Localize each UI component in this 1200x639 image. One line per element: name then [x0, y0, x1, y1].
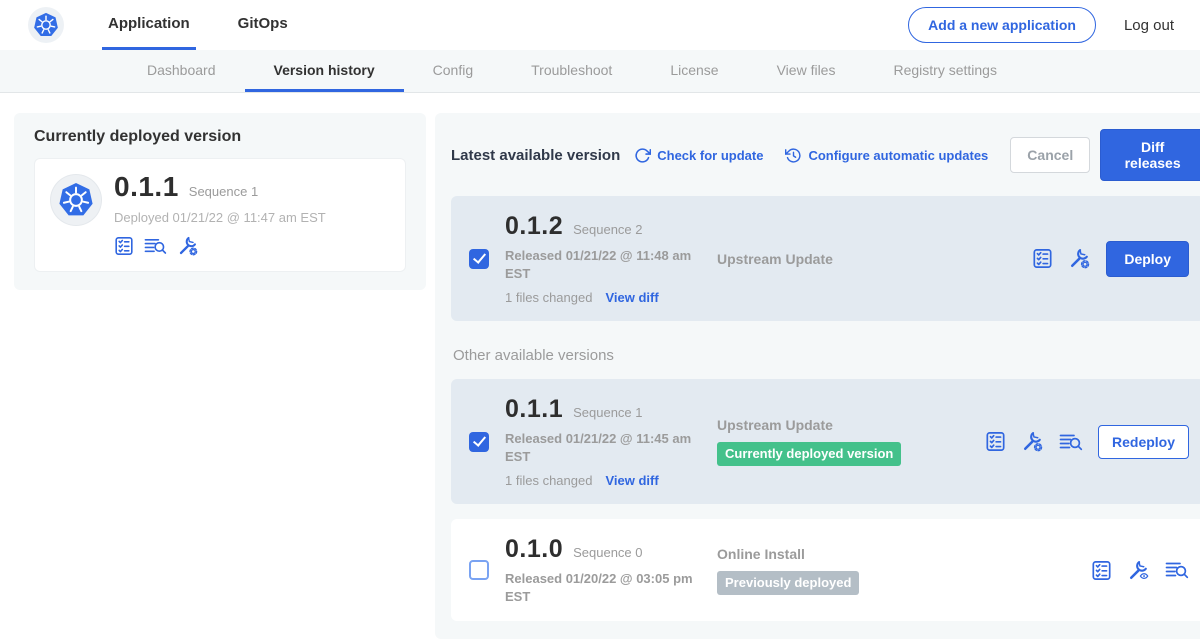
- sequence-label: Sequence 1: [573, 405, 642, 420]
- clock-refresh-icon: [785, 147, 802, 164]
- tab-gitops[interactable]: GitOps: [232, 0, 294, 50]
- primary-tabs: Application GitOps: [102, 0, 330, 50]
- version-history-panel: Latest available version Check for updat…: [435, 113, 1200, 639]
- version-checkbox[interactable]: [469, 560, 489, 580]
- released-timestamp: Released 01/20/22 @ 03:05 pm EST: [505, 570, 701, 605]
- version-info: 0.1.0 Sequence 0 Released 01/20/22 @ 03:…: [505, 535, 717, 605]
- diff-releases-button[interactable]: Diff releases: [1100, 129, 1200, 181]
- deployed-timestamp: Deployed 01/21/22 @ 11:47 am EST: [114, 210, 326, 225]
- version-row-0-1-1: 0.1.1 Sequence 1 Released 01/21/22 @ 11:…: [451, 379, 1200, 504]
- app-logo: [28, 7, 64, 43]
- sequence-label: Sequence 2: [573, 222, 642, 237]
- deployed-sequence-label: Sequence 1: [189, 184, 258, 199]
- released-timestamp: Released 01/21/22 @ 11:48 am EST: [505, 247, 701, 282]
- lines-magnifier-icon[interactable]: [1165, 560, 1189, 580]
- other-versions-title: Other available versions: [453, 347, 1200, 364]
- check-for-update-link[interactable]: Check for update: [634, 147, 763, 164]
- logout-link[interactable]: Log out: [1124, 17, 1174, 34]
- wrench-gear-icon[interactable]: [1068, 247, 1091, 270]
- version-checkbox[interactable]: [469, 432, 489, 452]
- version-number: 0.1.2: [505, 212, 563, 241]
- latest-version-header: Latest available version Check for updat…: [451, 129, 1200, 181]
- deployed-version-number: 0.1.1: [114, 171, 179, 203]
- add-new-application-button[interactable]: Add a new application: [908, 7, 1096, 43]
- version-actions: Deploy: [1032, 241, 1189, 277]
- deployed-version-box: 0.1.1 Sequence 1 Deployed 01/21/22 @ 11:…: [34, 158, 406, 272]
- version-info: 0.1.1 Sequence 1 Released 01/21/22 @ 11:…: [505, 395, 717, 488]
- wrench-eye-icon[interactable]: [1127, 559, 1150, 582]
- files-changed-label: 1 files changed: [505, 473, 592, 488]
- files-changed-label: 1 files changed: [505, 290, 592, 305]
- checklist-icon[interactable]: [985, 431, 1006, 452]
- version-number: 0.1.0: [505, 535, 563, 564]
- wrench-gear-icon[interactable]: [1021, 430, 1044, 453]
- version-row-0-1-0: 0.1.0 Sequence 0 Released 01/20/22 @ 03:…: [451, 519, 1200, 621]
- version-source: Online Install Previously deployed: [717, 546, 985, 595]
- tab-dashboard[interactable]: Dashboard: [118, 50, 245, 92]
- configure-automatic-updates-link[interactable]: Configure automatic updates: [785, 147, 988, 164]
- cancel-button[interactable]: Cancel: [1010, 137, 1090, 173]
- sequence-label: Sequence 0: [573, 545, 642, 560]
- released-timestamp: Released 01/21/22 @ 11:45 am EST: [505, 430, 701, 465]
- version-actions: [1091, 559, 1189, 582]
- lines-magnifier-icon[interactable]: [144, 236, 167, 256]
- source-label: Online Install: [717, 546, 985, 562]
- app-sub-nav: Dashboard Version history Config Trouble…: [0, 50, 1200, 93]
- checklist-icon[interactable]: [114, 236, 134, 256]
- version-number: 0.1.1: [505, 395, 563, 424]
- tab-version-history[interactable]: Version history: [245, 50, 404, 92]
- version-checkbox[interactable]: [469, 249, 489, 269]
- source-label: Upstream Update: [717, 417, 985, 433]
- currently-deployed-badge: Currently deployed version: [717, 442, 901, 466]
- version-row-0-1-2: 0.1.2 Sequence 2 Released 01/21/22 @ 11:…: [451, 196, 1200, 321]
- deploy-button[interactable]: Deploy: [1106, 241, 1189, 277]
- latest-version-title: Latest available version: [451, 147, 620, 164]
- deployed-version-info: 0.1.1 Sequence 1 Deployed 01/21/22 @ 11:…: [114, 171, 326, 257]
- tab-application[interactable]: Application: [102, 0, 196, 50]
- tab-troubleshoot[interactable]: Troubleshoot: [502, 50, 641, 92]
- version-source: Upstream Update: [717, 251, 985, 267]
- version-info: 0.1.2 Sequence 2 Released 01/21/22 @ 11:…: [505, 212, 717, 305]
- view-diff-link[interactable]: View diff: [605, 290, 658, 305]
- currently-deployed-card: Currently deployed version: [14, 113, 426, 290]
- currently-deployed-title: Currently deployed version: [34, 128, 406, 146]
- kubernetes-icon: [55, 179, 97, 221]
- app-icon-badge: [51, 175, 101, 225]
- redeploy-button[interactable]: Redeploy: [1098, 425, 1189, 459]
- tab-config[interactable]: Config: [404, 50, 502, 92]
- tab-registry-settings[interactable]: Registry settings: [864, 50, 1025, 92]
- main-content: Currently deployed version: [0, 93, 1200, 639]
- top-nav: Application GitOps Add a new application…: [0, 0, 1200, 50]
- checklist-icon[interactable]: [1091, 560, 1112, 581]
- tab-view-files[interactable]: View files: [748, 50, 865, 92]
- version-source: Upstream Update Currently deployed versi…: [717, 417, 985, 466]
- lines-magnifier-icon[interactable]: [1059, 432, 1083, 452]
- wrench-gear-icon[interactable]: [177, 235, 199, 257]
- checklist-icon[interactable]: [1032, 248, 1053, 269]
- source-label: Upstream Update: [717, 251, 985, 267]
- view-diff-link[interactable]: View diff: [605, 473, 658, 488]
- version-actions: Redeploy: [985, 425, 1189, 459]
- refresh-icon: [634, 147, 651, 164]
- kubernetes-icon: [31, 10, 61, 40]
- tab-license[interactable]: License: [641, 50, 747, 92]
- previously-deployed-badge: Previously deployed: [717, 571, 859, 595]
